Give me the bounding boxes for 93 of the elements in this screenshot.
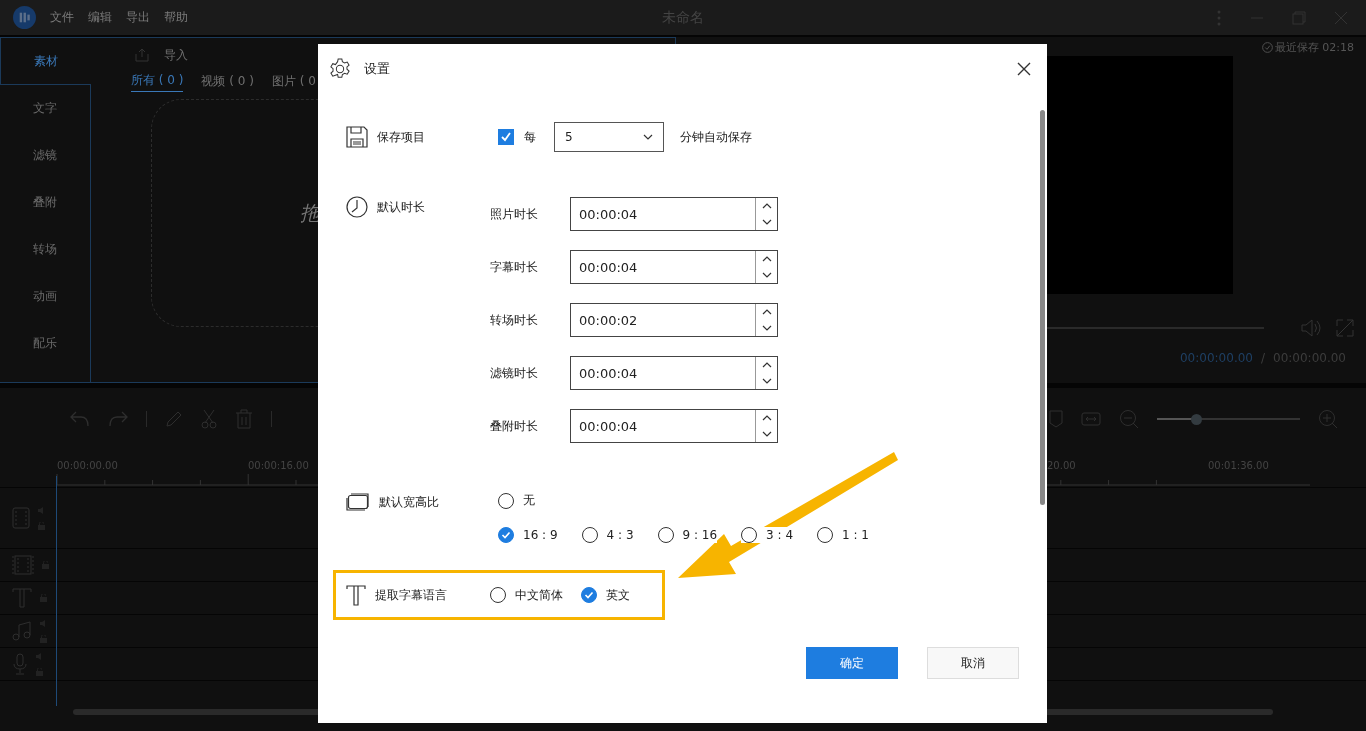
undo-icon[interactable]: [70, 411, 90, 427]
field-label: 字幕时长: [490, 258, 539, 276]
music-track-icon: [12, 621, 32, 641]
chevron-down-icon: [643, 134, 653, 140]
text-icon: [346, 584, 366, 606]
radio-button[interactable]: [498, 492, 514, 509]
section-label: 默认时长: [377, 198, 425, 216]
marker-icon[interactable]: [1049, 410, 1063, 428]
radio-button[interactable]: [581, 587, 597, 603]
radio-label: 16 : 9: [523, 528, 558, 542]
import-button[interactable]: 导入: [164, 46, 188, 64]
decrement-icon[interactable]: [761, 378, 772, 384]
increment-icon[interactable]: [761, 256, 772, 262]
dialog-title: 设置: [364, 60, 390, 78]
decrement-icon[interactable]: [761, 219, 772, 225]
menu-item[interactable]: 帮助: [164, 9, 188, 26]
field-label: 叠附时长: [490, 417, 539, 435]
checkbox-label: 每: [524, 128, 536, 146]
cancel-button[interactable]: 取消: [927, 647, 1019, 679]
radio-button[interactable]: [741, 527, 758, 543]
sidebar-tab[interactable]: 素材: [0, 38, 91, 85]
increment-icon[interactable]: [761, 415, 772, 421]
redo-icon[interactable]: [108, 411, 128, 427]
time-separator: /: [1260, 351, 1265, 365]
current-time: 00:00:00.00: [1180, 351, 1253, 365]
app-logo-icon: [13, 6, 36, 29]
zoom-in-icon[interactable]: [1318, 409, 1338, 429]
radio-label: 4 : 3: [606, 528, 634, 542]
radio-button[interactable]: [498, 527, 514, 543]
check-icon: [500, 131, 512, 143]
increment-icon[interactable]: [761, 203, 772, 209]
auto-save-checkbox[interactable]: [498, 129, 514, 145]
interval-dropdown[interactable]: 5: [554, 122, 664, 152]
section-label: 保存项目: [377, 128, 425, 146]
radio-label: 无: [523, 492, 535, 509]
field-label: 转场时长: [490, 311, 539, 329]
radio-button[interactable]: [581, 527, 598, 543]
last-saved-label: 最近保存 02:18: [1274, 39, 1354, 55]
duration-field[interactable]: 00:00:04: [570, 197, 778, 231]
more-icon[interactable]: [1216, 9, 1222, 26]
aspect-ratio-icon: [346, 493, 370, 511]
close-icon[interactable]: [1017, 62, 1031, 76]
duration-field[interactable]: 00:00:04: [570, 409, 778, 443]
sidebar-tab[interactable]: 转场: [0, 226, 91, 273]
radio-label: 3 : 4: [766, 528, 794, 542]
confirm-button[interactable]: 确定: [806, 647, 898, 679]
sidebar-tab[interactable]: 文字: [0, 85, 91, 132]
decrement-icon[interactable]: [761, 431, 772, 437]
fullscreen-icon[interactable]: [1336, 319, 1354, 337]
volume-icon[interactable]: [1300, 318, 1322, 338]
check-icon: [584, 590, 594, 600]
fit-width-icon[interactable]: [1081, 411, 1101, 427]
section-label: 提取字幕语言: [375, 586, 447, 604]
interval-suffix: 分钟自动保存: [680, 128, 752, 146]
zoom-out-icon[interactable]: [1119, 409, 1139, 429]
scrollbar-thumb[interactable]: [1040, 110, 1045, 505]
sidebar-tab[interactable]: 叠附: [0, 179, 91, 226]
increment-icon[interactable]: [761, 309, 772, 315]
sidebar-tab[interactable]: 动画: [0, 273, 91, 320]
import-icon[interactable]: [134, 48, 150, 62]
slider-thumb[interactable]: [1190, 413, 1202, 425]
floppy-disk-icon: [346, 126, 368, 148]
microphone-icon: [12, 653, 28, 675]
menu-item[interactable]: 文件: [50, 9, 74, 26]
sidebar-tab[interactable]: 配乐: [0, 320, 91, 367]
duration-field[interactable]: 00:00:04: [570, 356, 778, 390]
menu-item[interactable]: 导出: [126, 9, 150, 26]
filter-tab[interactable]: 图片 ( 0: [271, 72, 316, 92]
radio-button[interactable]: [817, 527, 834, 543]
check-icon: [501, 530, 511, 540]
sidebar-tab[interactable]: 滤镜: [0, 132, 91, 179]
clock-icon: [346, 196, 368, 218]
duration-field[interactable]: 00:00:04: [570, 250, 778, 284]
increment-icon[interactable]: [761, 362, 772, 368]
duration-field[interactable]: 00:00:02: [570, 303, 778, 337]
filter-tab[interactable]: 视频 ( 0 ): [201, 72, 254, 92]
decrement-icon[interactable]: [761, 325, 772, 331]
decrement-icon[interactable]: [761, 272, 772, 278]
radio-button[interactable]: [657, 527, 674, 543]
field-label: 滤镜时长: [490, 364, 539, 382]
section-label: 默认宽高比: [379, 493, 439, 511]
scissors-icon[interactable]: [201, 409, 217, 429]
settings-icon: [329, 58, 351, 80]
pencil-icon[interactable]: [165, 410, 183, 428]
radio-label: 英文: [606, 586, 630, 604]
radio-label: 9 : 16: [682, 528, 718, 542]
radio-button[interactable]: [490, 587, 506, 603]
menu-item[interactable]: 编辑: [88, 9, 112, 26]
check-circle-icon: [1261, 41, 1273, 53]
radio-label: 1 : 1: [842, 528, 869, 542]
radio-label: 中文简体: [515, 586, 563, 604]
filter-tab[interactable]: 所有 ( 0 ): [131, 72, 184, 92]
field-label: 照片时长: [490, 205, 539, 223]
